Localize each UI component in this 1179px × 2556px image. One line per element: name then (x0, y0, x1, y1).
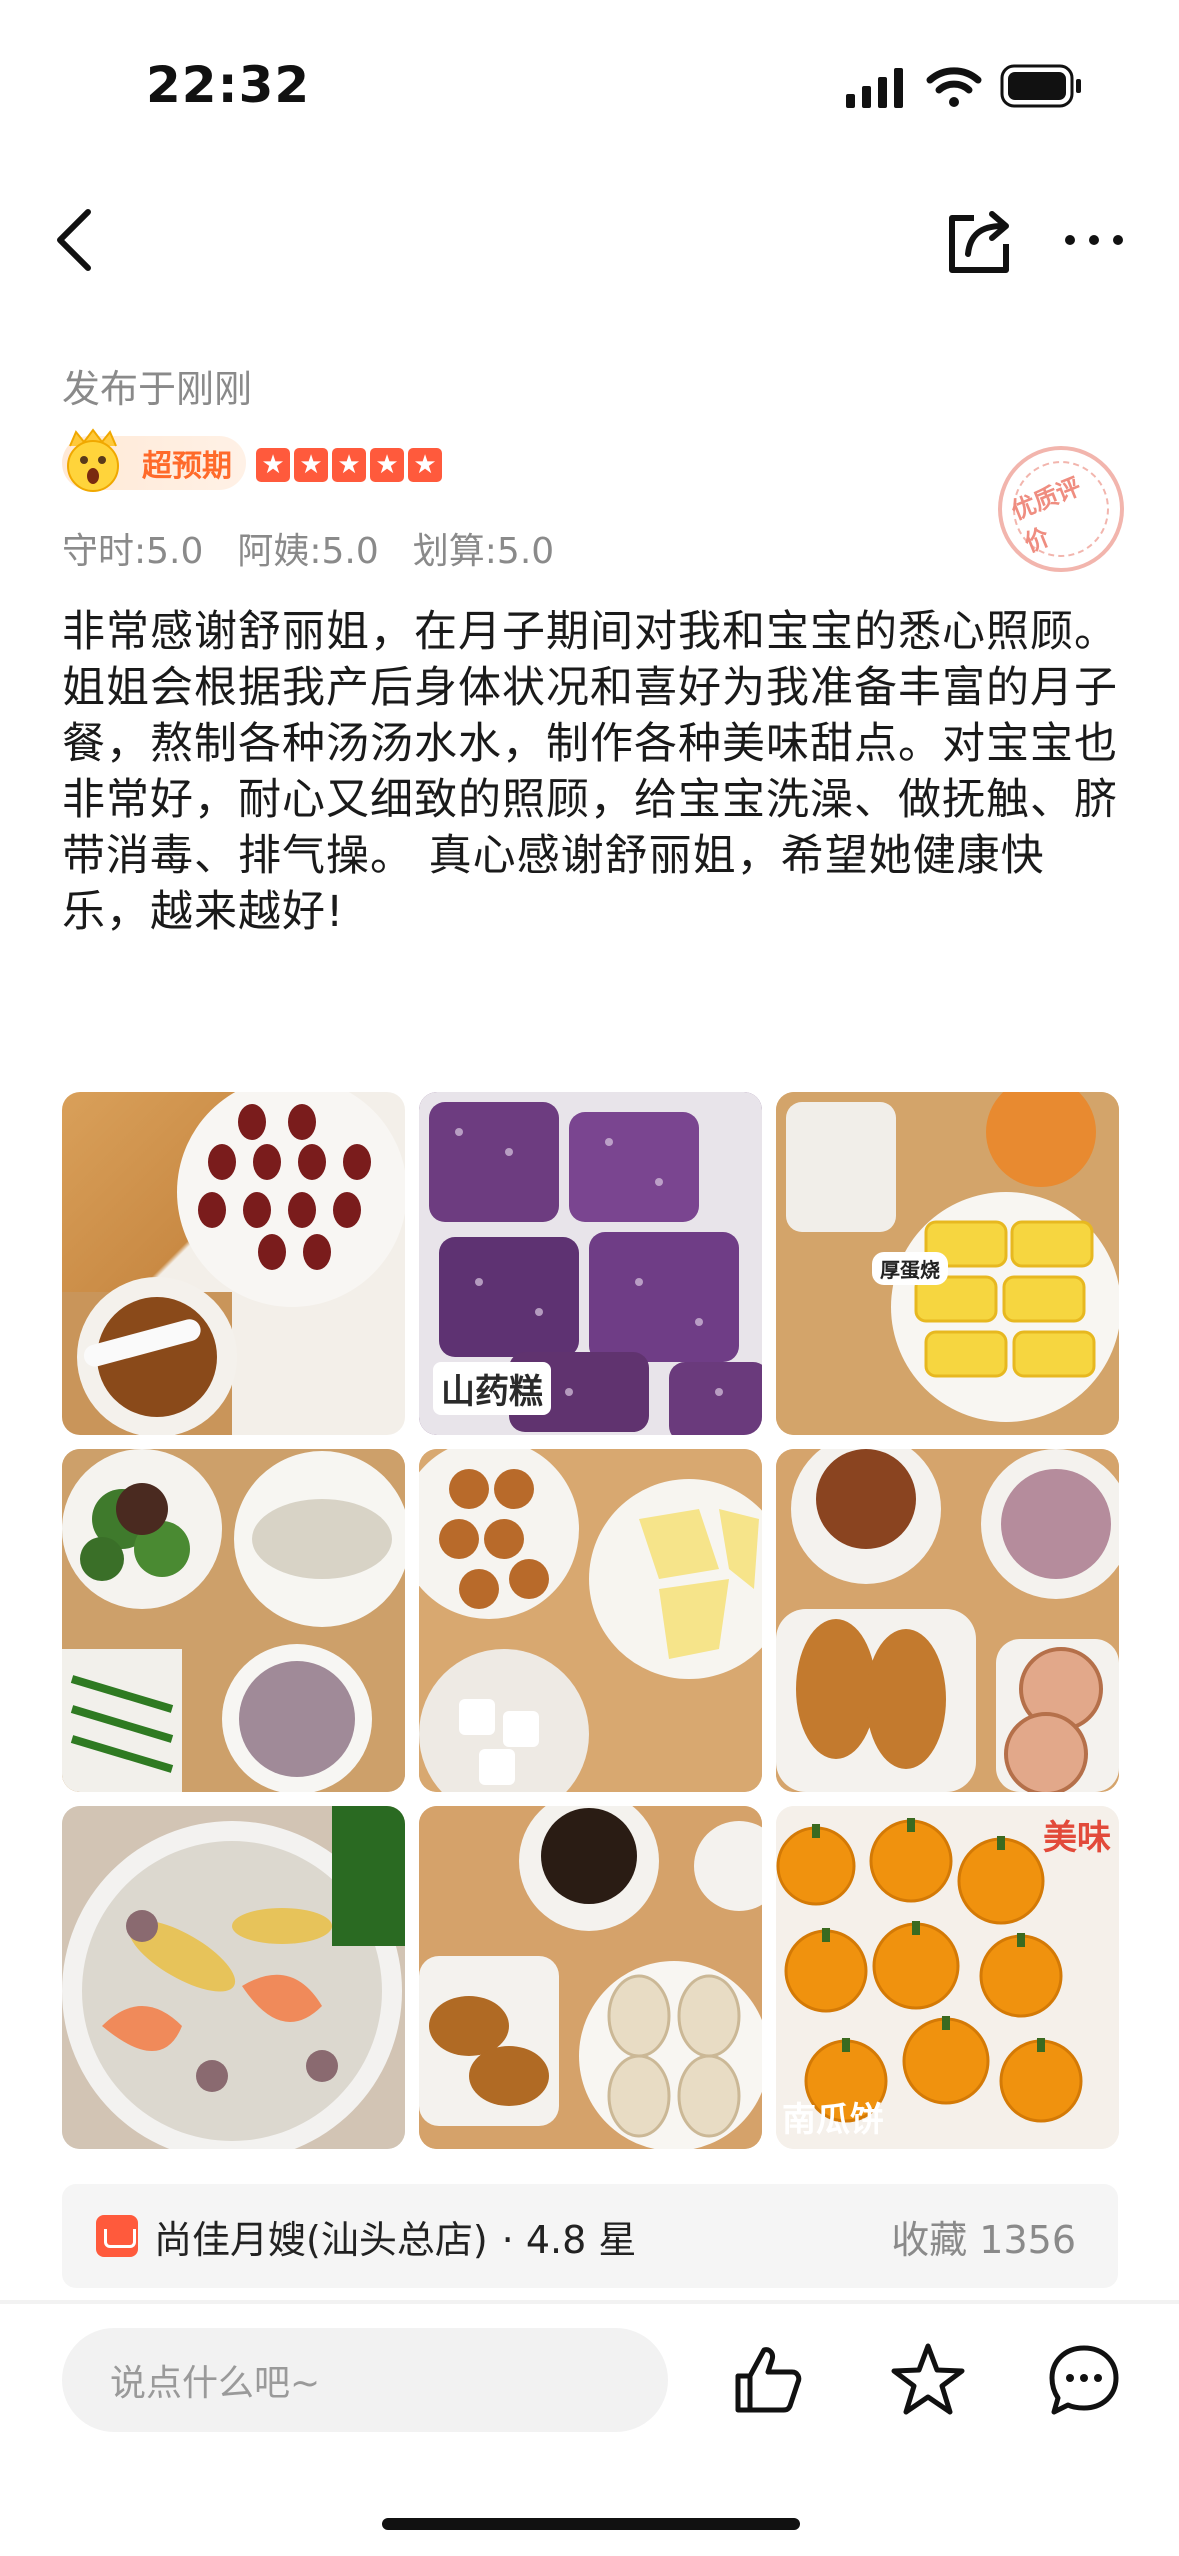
status-time: 22:32 (146, 56, 311, 114)
photo-egg-roll[interactable]: 厚蛋烧 (776, 1092, 1119, 1435)
signal-icon (846, 68, 903, 108)
star-rating: ★ ★ ★ ★ ★ (256, 448, 442, 482)
expectation-badge: 超预期 (62, 428, 246, 492)
stamp-label: 优质评价 (1007, 472, 1085, 558)
shop-rating: · 4.8 星 (501, 2217, 637, 2262)
back-icon[interactable] (48, 200, 108, 280)
shrimp-soup-image (62, 1806, 405, 2149)
desserts-image (419, 1449, 762, 1792)
post-time: 发布于刚刚 (62, 367, 253, 411)
score-punctuality: 守时:5.0 (62, 531, 204, 572)
star-icon: ★ (256, 448, 290, 482)
photo-label-tasty: 美味 (1043, 1818, 1111, 1858)
wings-lotus-image (776, 1449, 1119, 1792)
dumplings-image (419, 1806, 762, 2149)
photo-label-pumpkin: 南瓜饼 (782, 2100, 884, 2140)
comment-bubble-icon[interactable] (1044, 2340, 1124, 2420)
photo-fish-veg[interactable] (62, 1449, 405, 1792)
star-icon: ★ (408, 448, 442, 482)
more-icon[interactable] (1062, 220, 1126, 260)
star-icon: ★ (294, 448, 328, 482)
comment-placeholder: 说点什么吧~ (110, 2363, 321, 2404)
star-icon: ★ (370, 448, 404, 482)
photo-desserts[interactable] (419, 1449, 762, 1792)
photo-shrimp-soup[interactable] (62, 1806, 405, 2149)
surprised-face-icon (67, 428, 119, 492)
shop-icon (96, 2215, 138, 2257)
share-icon[interactable] (944, 200, 1014, 280)
bottom-divider (0, 2300, 1179, 2304)
score-nanny: 阿姨:5.0 (237, 531, 379, 572)
sub-scores: 守时:5.0 阿姨:5.0 划算:5.0 (62, 522, 554, 574)
photo-grid: 山药糕 厚蛋烧 美味 南瓜饼 (62, 1092, 1119, 2152)
wifi-icon (926, 67, 982, 107)
fish-vegetable-image (62, 1449, 405, 1792)
photo-dates-soup[interactable] (62, 1092, 405, 1435)
badge-label: 超预期 (142, 449, 232, 484)
shop-card[interactable]: 尚佳月嫂(汕头总店) · 4.8 星 收藏 1356 (62, 2184, 1118, 2288)
favorite-star-icon[interactable] (888, 2340, 968, 2420)
photo-label-egg: 厚蛋烧 (872, 1252, 948, 1285)
battery-icon (1000, 64, 1081, 108)
photo-label-yam: 山药糕 (433, 1362, 551, 1415)
photo-pumpkin-cakes[interactable]: 美味 南瓜饼 (776, 1806, 1119, 2149)
comment-input[interactable]: 说点什么吧~ (62, 2328, 668, 2432)
like-icon[interactable] (728, 2340, 808, 2420)
shop-name: 尚佳月嫂(汕头总店) (154, 2217, 488, 2262)
photo-yam-cake[interactable]: 山药糕 (419, 1092, 762, 1435)
score-value: 划算:5.0 (412, 531, 555, 572)
photo-dumplings[interactable] (419, 1806, 762, 2149)
quality-review-stamp: 优质评价 (978, 426, 1144, 592)
star-icon: ★ (332, 448, 366, 482)
shop-favorites: 收藏 1356 (891, 2217, 1076, 2262)
home-indicator (382, 2518, 800, 2530)
review-text: 非常感谢舒丽姐，在月子期间对我和宝宝的悉心照顾。姐姐会根据我产后身体状况和喜好为… (62, 607, 1118, 937)
photo-wings-lotus[interactable] (776, 1449, 1119, 1792)
dates-plate-image (62, 1092, 405, 1435)
